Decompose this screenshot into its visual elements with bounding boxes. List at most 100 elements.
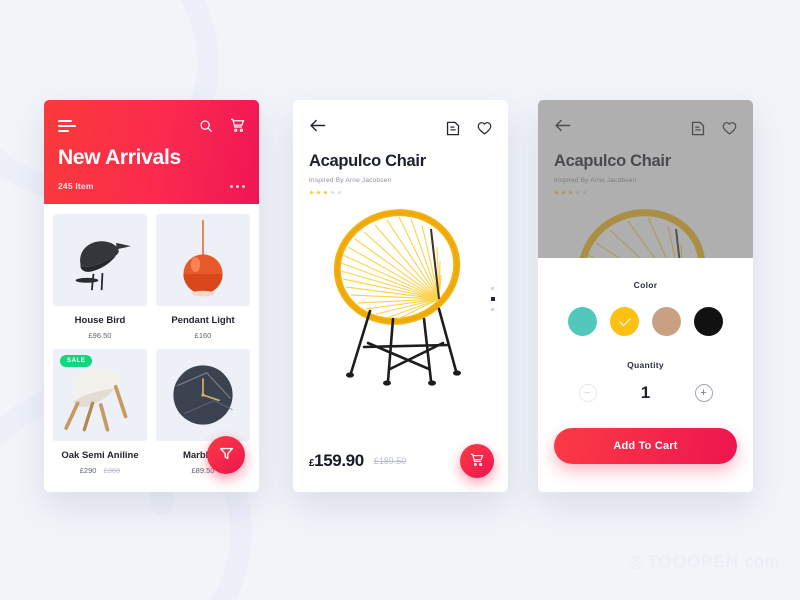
check-icon — [618, 314, 631, 326]
oak-chair-icon — [64, 368, 128, 432]
product-subtitle: Inspired By Arne Jacobsen — [554, 177, 637, 184]
ellipsis-icon[interactable] — [230, 184, 245, 188]
star-icon — [561, 190, 566, 195]
color-section-label: Color — [633, 280, 658, 290]
note-icon[interactable] — [446, 121, 460, 136]
cart-icon[interactable] — [230, 118, 245, 133]
carousel-dot[interactable] — [491, 308, 494, 311]
star-icon — [575, 190, 580, 195]
quantity-value: 1 — [640, 383, 651, 402]
quantity-stepper: − 1 + — [554, 383, 737, 403]
arrow-left-icon[interactable] — [554, 118, 571, 138]
product-title: Acapulco Chair — [554, 152, 671, 170]
product-title: Acapulco Chair — [309, 152, 426, 170]
hamburger-line — [58, 129, 69, 132]
carousel-dots[interactable] — [491, 287, 495, 311]
hamburger-line — [58, 124, 76, 127]
star-icon — [309, 190, 314, 195]
hamburger-line — [58, 119, 72, 122]
product-name: House Bird — [74, 315, 126, 326]
yellow-acapulco-chair-image — [333, 209, 461, 386]
add-to-cart-fab-button[interactable] — [460, 444, 494, 478]
marble-clock-icon — [173, 365, 233, 425]
arrow-left-icon[interactable] — [309, 118, 326, 138]
star-icon — [316, 190, 321, 195]
hamburger-icon[interactable] — [58, 119, 76, 132]
sale-badge: SALE — [60, 355, 93, 367]
quantity-increment-button[interactable]: + — [694, 384, 713, 402]
rating-stars — [309, 190, 492, 195]
filter-funnel-icon — [219, 446, 234, 464]
cart-icon — [470, 453, 484, 470]
ellipsis-dot — [236, 184, 239, 188]
quantity-decrement-button[interactable]: − — [578, 384, 597, 402]
heart-icon[interactable] — [722, 121, 737, 135]
color-swatch-group — [554, 307, 737, 336]
list-header-actions — [199, 118, 245, 133]
list-header: New Arrivals 245 Item — [44, 100, 259, 204]
ellipsis-dot — [242, 184, 245, 188]
product-name: Oak Semi Aniline — [61, 450, 139, 461]
heart-icon[interactable] — [477, 121, 492, 135]
product-price-current: £96.50 — [88, 331, 112, 340]
product-card[interactable]: House Bird £96.50 — [53, 214, 147, 340]
watermark-text: TOOOPEN.com — [647, 552, 780, 571]
product-price-current: £160 — [194, 331, 212, 340]
phone-screen-product-options: Acapulco Chair Inspired By Arne Jacobsen — [538, 100, 753, 492]
product-thumbnail — [156, 214, 250, 306]
price-row: £159.90 £189.50 — [293, 430, 508, 492]
pendant-lamp-icon — [183, 219, 223, 297]
options-header-actions — [691, 121, 737, 136]
bird-figurine-icon — [75, 241, 131, 291]
carousel-dot-active[interactable] — [491, 297, 495, 301]
product-image-stage — [293, 201, 508, 397]
search-icon[interactable] — [199, 119, 213, 133]
product-thumbnail — [156, 349, 250, 441]
star-icon — [337, 190, 342, 195]
list-topbar — [58, 100, 245, 133]
detail-topbar — [309, 118, 492, 138]
product-card[interactable]: Pendant Light £160 — [156, 214, 250, 340]
color-swatch-black[interactable] — [694, 307, 723, 336]
options-header: Acapulco Chair Inspired By Arne Jacobsen — [538, 100, 753, 195]
star-icon — [323, 190, 328, 195]
product-subtitle: Inspired By Arne Jacobsen — [309, 177, 392, 184]
filter-fab-button[interactable] — [207, 436, 245, 474]
product-price: £96.50 — [53, 331, 147, 340]
color-swatch-tan[interactable] — [652, 307, 681, 336]
rating-stars — [554, 190, 737, 195]
item-count: 245 Item — [58, 181, 94, 191]
product-price-original: £360 — [103, 466, 121, 475]
quantity-section-label: Quantity — [627, 360, 664, 370]
product-price: £290 £360 — [53, 466, 147, 475]
product-card[interactable]: SALE Oak Semi Aniline £290 £360 — [53, 349, 147, 475]
star-icon — [330, 190, 335, 195]
phone-screen-product-list: New Arrivals 245 Item House Bird £96.50 … — [44, 100, 259, 492]
ellipsis-dot — [230, 184, 233, 188]
product-price: £160 — [156, 331, 250, 340]
star-icon — [554, 190, 559, 195]
note-icon[interactable] — [691, 121, 705, 136]
price-amount: 159.90 — [314, 451, 364, 470]
page-title: New Arrivals — [58, 146, 181, 169]
carousel-dot[interactable] — [491, 287, 494, 290]
product-price-current: £159.90 — [309, 451, 364, 471]
color-swatch-teal[interactable] — [568, 307, 597, 336]
product-price-original: £189.50 — [373, 456, 407, 466]
color-swatch-yellow-selected[interactable] — [610, 307, 639, 336]
add-to-cart-button[interactable]: Add To Cart — [554, 428, 737, 464]
watermark-logo-icon: ◎ — [628, 552, 645, 571]
list-subheader-row: 245 Item — [58, 181, 245, 191]
product-price-current: £290 — [79, 466, 97, 475]
options-bottom-sheet: Color Quantity − 1 + Add To Cart — [538, 258, 753, 492]
detail-header: Acapulco Chair Inspired By Arne Jacobsen — [293, 100, 508, 195]
options-topbar — [554, 118, 737, 138]
watermark: ◎ TOOOPEN.com — [629, 552, 780, 572]
star-icon — [582, 190, 587, 195]
star-icon — [568, 190, 573, 195]
detail-header-actions — [446, 121, 492, 136]
product-thumbnail — [53, 214, 147, 306]
product-thumbnail: SALE — [53, 349, 147, 441]
phone-screen-product-detail: Acapulco Chair Inspired By Arne Jacobsen — [293, 100, 508, 492]
product-name: Pendant Light — [171, 315, 235, 326]
